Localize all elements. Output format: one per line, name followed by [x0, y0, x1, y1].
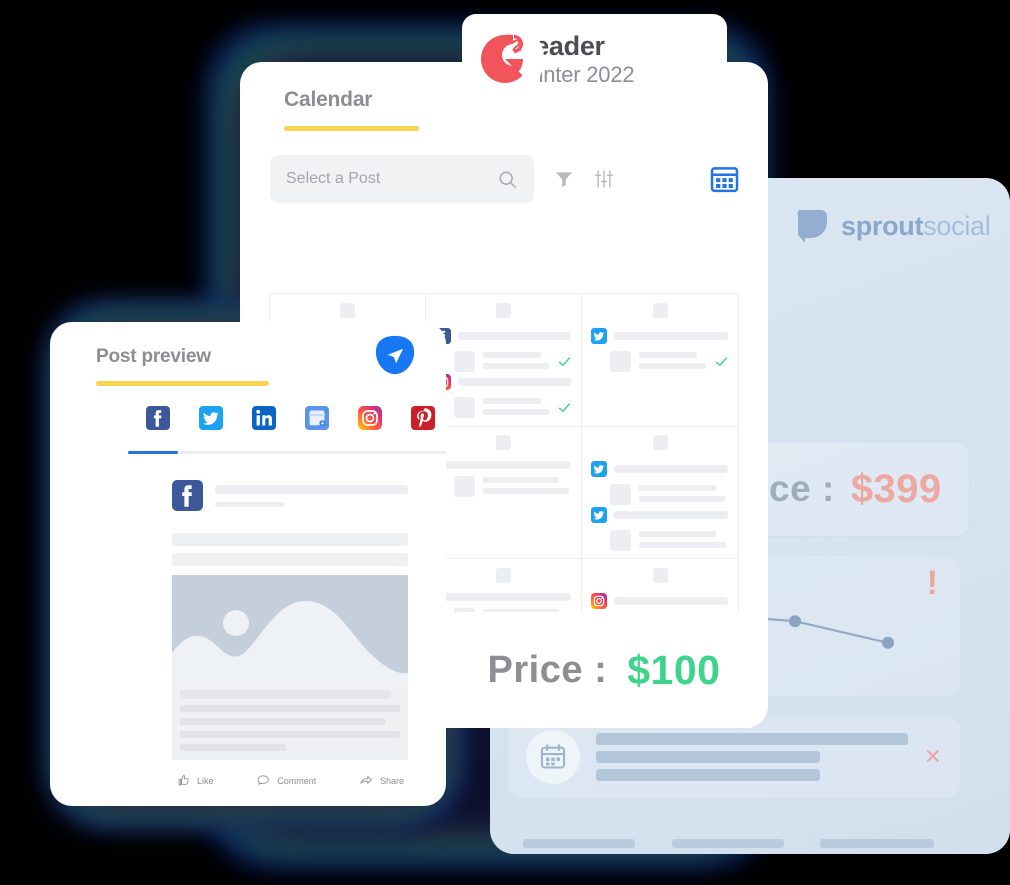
calendar-event[interactable]: [426, 459, 581, 497]
facebook-icon: [172, 480, 203, 511]
tab-google-business[interactable]: [305, 406, 329, 430]
day-number-placeholder: [426, 559, 581, 591]
instagram-icon: [591, 593, 607, 610]
tune-sliders-icon[interactable]: [594, 169, 614, 189]
calendar-view-icon[interactable]: [709, 164, 740, 194]
thumbs-up-icon: [178, 775, 189, 786]
brand-bold: sprout: [841, 210, 924, 241]
title-accent-underline: [96, 381, 269, 386]
post-author-row: [172, 480, 408, 511]
tab-instagram[interactable]: [358, 406, 382, 430]
calendar-event[interactable]: [426, 372, 581, 418]
grid-card: ✕: [810, 827, 959, 854]
share-button[interactable]: Share: [359, 773, 404, 788]
day-number-placeholder: [582, 427, 738, 459]
calendar-event[interactable]: [426, 326, 581, 372]
search-input[interactable]: [286, 170, 497, 188]
twitter-icon: [591, 506, 607, 523]
check-icon: [558, 403, 571, 412]
calendar-event[interactable]: [582, 505, 738, 551]
g2-logo: 2: [480, 34, 524, 83]
post-text-placeholder: [172, 533, 408, 566]
brand-light: social: [923, 210, 991, 241]
share-label: Share: [379, 775, 404, 786]
calendar-icon: [540, 744, 566, 769]
platform-tabs: [50, 386, 446, 430]
facebook-post-preview: Like Comment Share: [172, 480, 408, 788]
search-icon[interactable]: [497, 169, 518, 190]
tab-active-indicator: [128, 451, 178, 454]
google-business-icon[interactable]: [305, 406, 329, 430]
facebook-icon[interactable]: [146, 406, 170, 430]
calendar-event[interactable]: [582, 459, 738, 505]
price-399-value: $399: [850, 466, 942, 511]
calendar-day-cell[interactable]: [582, 294, 738, 427]
calendar-toolbar: [240, 131, 768, 203]
price-100-value: $100: [627, 646, 721, 693]
price-card-100: Price : $100: [440, 612, 768, 728]
row-card-placeholder-lines: [596, 733, 908, 781]
background-card-grid: ✕ ✕: [512, 826, 960, 854]
calendar-day-cell[interactable]: [426, 294, 582, 427]
check-icon: [558, 357, 571, 366]
g2-logo-circle: 2: [466, 20, 544, 98]
comment-button[interactable]: Comment: [256, 773, 316, 788]
tab-facebook[interactable]: [146, 406, 170, 430]
chart-data-point: [789, 615, 801, 628]
twitter-icon: [591, 460, 607, 477]
price-100-label: Price :: [487, 648, 608, 691]
like-button[interactable]: Like: [176, 773, 214, 788]
day-number-placeholder: [426, 294, 581, 326]
instagram-icon[interactable]: [358, 406, 382, 430]
comment-label: Comment: [277, 775, 317, 786]
filter-icon[interactable]: [554, 169, 574, 189]
sproutsocial-leaf-icon: [797, 210, 827, 243]
screenshot-root: sproutsocial Price : $399 ! ✕ Calendar S…: [0, 0, 1010, 885]
close-x-icon[interactable]: ✕: [935, 853, 949, 854]
post-action-bar: Like Comment Share: [172, 760, 408, 788]
twitter-icon: [591, 328, 607, 344]
share-arrow-icon: [360, 776, 372, 784]
like-label: Like: [197, 775, 214, 786]
comment-bubble-icon: [257, 775, 270, 785]
post-image-placeholder: [172, 575, 408, 681]
schedule-row-card: ✕: [508, 716, 960, 798]
pinterest-icon[interactable]: [411, 406, 435, 430]
post-preview-header: Post preview: [50, 322, 446, 386]
post-caption-placeholder: [172, 681, 408, 760]
calendar-day-cell[interactable]: [426, 426, 582, 560]
check-icon: [715, 357, 728, 366]
day-number-placeholder: [582, 294, 738, 326]
image-placeholder-icon: [172, 575, 408, 681]
day-number-placeholder: [582, 559, 738, 591]
chart-data-point: [882, 636, 894, 649]
tab-linkedin[interactable]: [252, 406, 276, 430]
send-icon[interactable]: [374, 334, 416, 376]
day-number-placeholder: [426, 427, 581, 459]
linkedin-icon[interactable]: [252, 406, 276, 430]
svg-text:2: 2: [512, 36, 521, 55]
calendar-day-cell[interactable]: [582, 427, 738, 560]
tab-pinterest[interactable]: [411, 406, 435, 430]
grid-card: [513, 827, 662, 854]
grid-card: [662, 827, 811, 854]
calendar-event[interactable]: [582, 326, 738, 372]
tab-twitter[interactable]: [199, 406, 223, 430]
search-box[interactable]: [270, 155, 534, 203]
twitter-icon[interactable]: [199, 406, 223, 430]
calendar-icon-circle: [526, 730, 580, 784]
close-x-icon[interactable]: ✕: [924, 744, 942, 770]
sproutsocial-wordmark: sproutsocial: [841, 210, 991, 242]
post-preview-panel: Post preview Like Comment Share: [50, 322, 446, 806]
